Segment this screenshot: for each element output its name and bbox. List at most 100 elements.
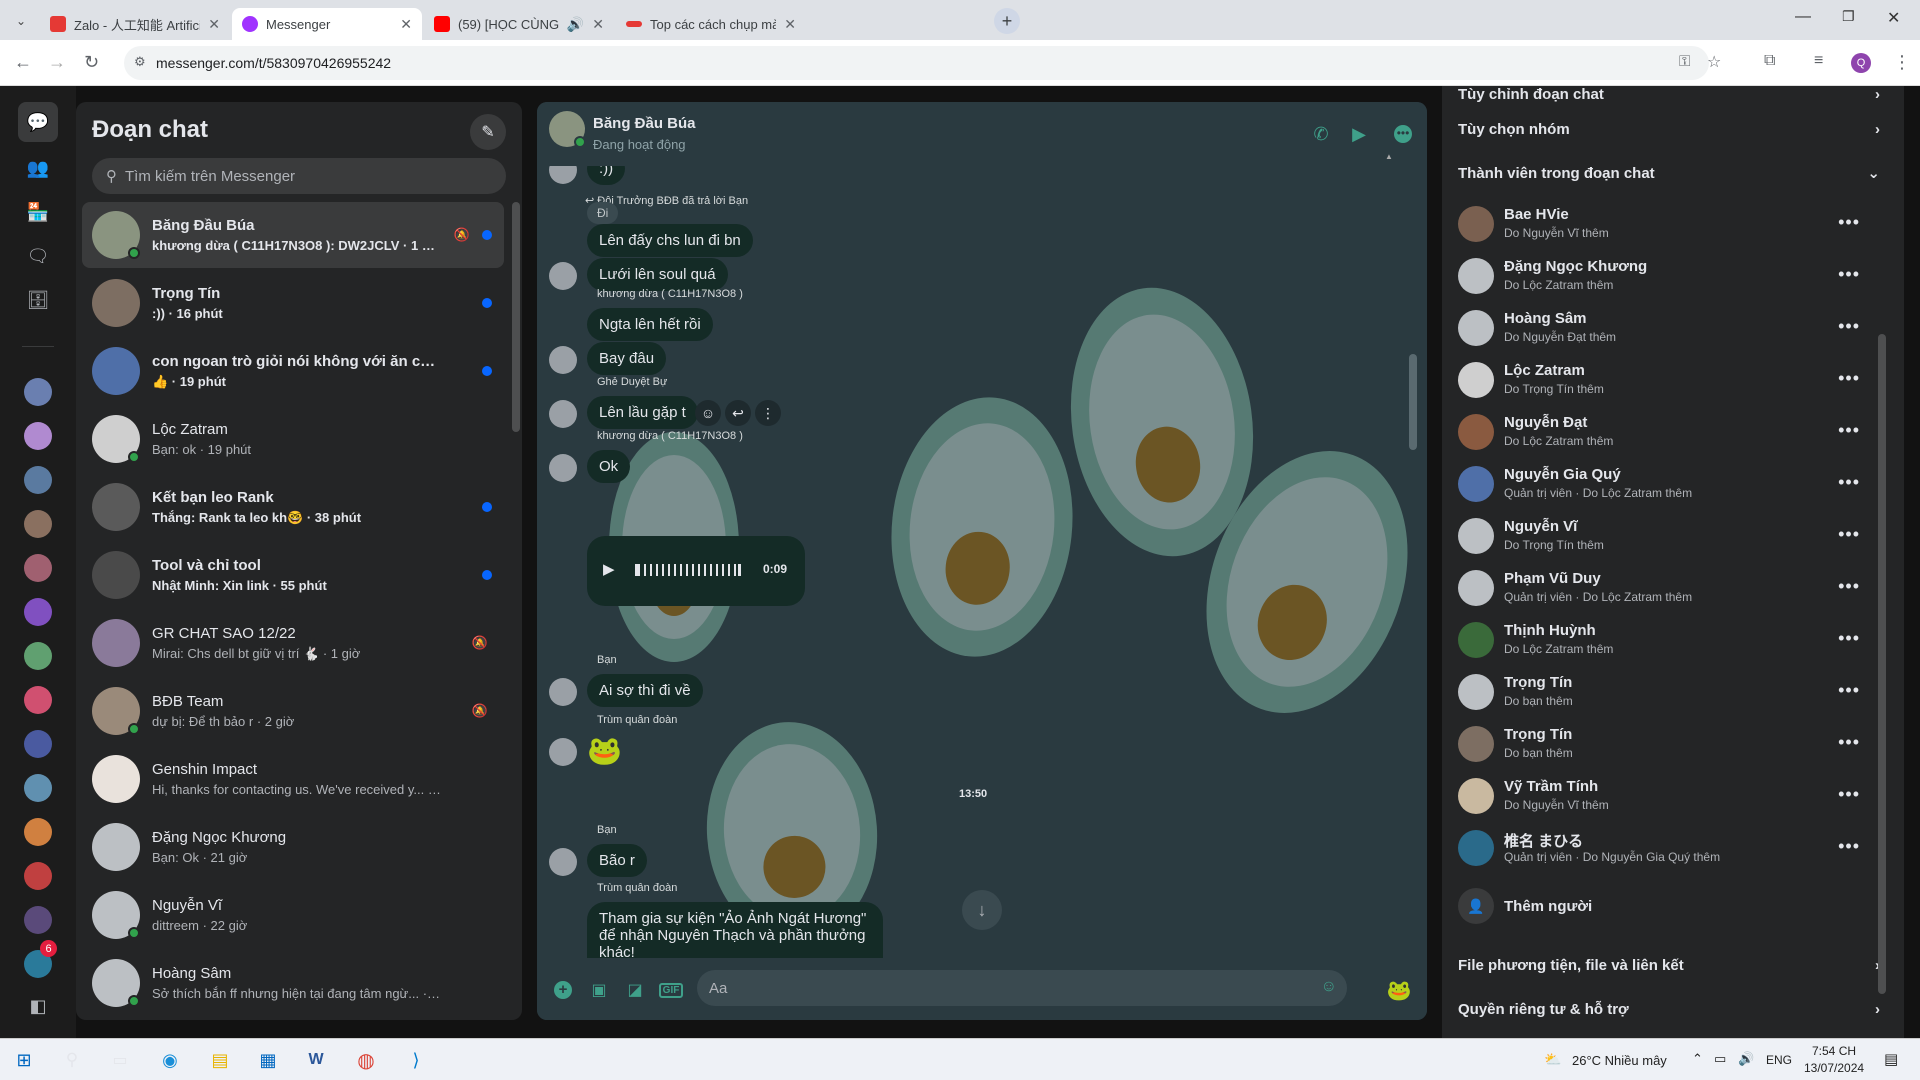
- voice-message[interactable]: ▶ 0:09: [587, 536, 805, 606]
- privacy-support-row[interactable]: Quyền riêng tư & hỗ trợ ›: [1458, 994, 1888, 1024]
- search-box[interactable]: ⚲: [92, 158, 506, 194]
- quick-reaction-button[interactable]: 🐸: [1387, 978, 1412, 1002]
- member-item[interactable]: Lộc Zatram Do Trọng Tín thêm •••: [1458, 354, 1888, 406]
- member-item[interactable]: 椎名 まひる Quản trị viên · Do Nguyễn Gia Quý …: [1458, 822, 1888, 874]
- member-item[interactable]: Hoàng Sâm Do Nguyễn Đạt thêm •••: [1458, 302, 1888, 354]
- community-avatar[interactable]: [24, 686, 52, 714]
- scroll-to-bottom-button[interactable]: ↓: [962, 890, 1002, 930]
- member-item[interactable]: Trọng Tín Do bạn thêm •••: [1458, 666, 1888, 718]
- customize-chat-row[interactable]: Tùy chỉnh đoạn chat ›: [1458, 78, 1888, 110]
- message-bubble[interactable]: Lên đấy chs lun đi bn: [587, 224, 753, 257]
- member-item[interactable]: Vỹ Trầm Tính Do Nguyễn Vĩ thêm •••: [1458, 770, 1888, 822]
- conversation-item[interactable]: Hoàng Sâm Sở thích bắn ff nhưng hiện tại …: [82, 950, 504, 1016]
- gif-button[interactable]: GIF: [658, 978, 684, 1002]
- member-item[interactable]: Phạm Vũ Duy Quản trị viên · Do Lộc Zatram…: [1458, 562, 1888, 614]
- conversation-item[interactable]: BĐB Team dự bị: Để th bảo r · 2 giờ 🔕: [82, 678, 504, 744]
- sticker-button[interactable]: ◪: [623, 978, 647, 1002]
- conversation-item[interactable]: Đặng Ngọc Khương Bạn: Ok · 21 giờ: [82, 814, 504, 880]
- password-key-icon[interactable]: ⚿: [1679, 53, 1690, 70]
- address-bar[interactable]: ⚙ messenger.com/t/5830970426955242 ⚿ ☆: [124, 46, 1721, 80]
- weather-text[interactable]: 26°C Nhiều mây: [1572, 1053, 1667, 1068]
- conversation-item[interactable]: Nguyễn Vĩ dittreem · 22 giờ: [82, 882, 504, 948]
- community-avatar[interactable]: [24, 422, 52, 450]
- sender-avatar[interactable]: [549, 262, 577, 290]
- sender-avatar[interactable]: [549, 454, 577, 482]
- community-avatar[interactable]: [24, 378, 52, 406]
- people-nav-icon[interactable]: 👥: [18, 148, 58, 188]
- community-avatar[interactable]: [24, 862, 52, 890]
- member-more-icon[interactable]: •••: [1838, 316, 1860, 337]
- clock-time[interactable]: 7:54 CH: [1812, 1044, 1856, 1058]
- file-explorer-icon[interactable]: ▤: [204, 1045, 236, 1075]
- member-more-icon[interactable]: •••: [1838, 784, 1860, 805]
- video-call-button[interactable]: ▶: [1345, 120, 1373, 148]
- member-item[interactable]: Đặng Ngọc Khương Do Lộc Zatram thêm •••: [1458, 250, 1888, 302]
- tab-zalo[interactable]: Zalo - 人工知能 Artificial Intellig ✕: [40, 8, 230, 40]
- conversation-item[interactable]: Kết bạn leo Rank Thắng: Rank ta leo kh🤓 ·…: [82, 474, 504, 540]
- profile-avatar[interactable]: Q: [1851, 53, 1871, 73]
- new-message-button[interactable]: ✎: [470, 114, 506, 150]
- chats-nav-icon[interactable]: 💬: [18, 102, 58, 142]
- member-more-icon[interactable]: •••: [1838, 628, 1860, 649]
- react-icon[interactable]: ☺: [695, 400, 721, 426]
- chrome-icon[interactable]: ◍: [350, 1045, 382, 1075]
- quoted-message[interactable]: Đi: [587, 202, 619, 224]
- more-actions-button[interactable]: +: [551, 978, 575, 1002]
- conversation-item[interactable]: Băng Đầu Búa khương dừa ( C11H17N3O8 ): D…: [82, 202, 504, 268]
- sticker[interactable]: 🐸: [587, 734, 622, 767]
- close-tab-icon[interactable]: ✕: [400, 16, 412, 33]
- vscode-icon[interactable]: ⟩: [400, 1045, 432, 1075]
- minimize-button[interactable]: —: [1795, 8, 1811, 26]
- media-files-row[interactable]: File phương tiện, file và liên kết›: [1458, 950, 1888, 980]
- message-input-box[interactable]: ☺: [697, 970, 1347, 1006]
- search-input[interactable]: [125, 167, 455, 185]
- community-avatar[interactable]: [24, 642, 52, 670]
- language-indicator[interactable]: ENG: [1766, 1053, 1792, 1067]
- network-icon[interactable]: ▭: [1714, 1051, 1726, 1067]
- community-avatar[interactable]: [24, 598, 52, 626]
- audio-call-button[interactable]: ✆: [1307, 120, 1335, 148]
- info-scrollbar[interactable]: [1878, 334, 1886, 994]
- community-avatar[interactable]: [24, 906, 52, 934]
- search-taskbar-icon[interactable]: ⚲: [56, 1045, 88, 1075]
- reply-icon[interactable]: ↩: [725, 400, 751, 426]
- member-item[interactable]: Nguyễn Đạt Do Lộc Zatram thêm •••: [1458, 406, 1888, 458]
- member-item[interactable]: Bae HVie Do Nguyễn Vĩ thêm •••: [1458, 198, 1888, 250]
- member-more-icon[interactable]: •••: [1838, 680, 1860, 701]
- add-member-row[interactable]: 👤 Thêm người: [1458, 888, 1888, 924]
- message-bubble[interactable]: Ai sợ thì đi về: [587, 674, 703, 707]
- close-tab-icon[interactable]: ✕: [208, 16, 220, 33]
- clock-date[interactable]: 13/07/2024: [1804, 1061, 1864, 1075]
- message-input[interactable]: [709, 979, 1309, 997]
- message-bubble[interactable]: Lưới lên soul quá: [587, 258, 728, 291]
- member-more-icon[interactable]: •••: [1838, 836, 1860, 857]
- notification-icon[interactable]: ▤: [1884, 1050, 1898, 1068]
- member-item[interactable]: Trọng Tín Do bạn thêm •••: [1458, 718, 1888, 770]
- community-avatar[interactable]: 6: [24, 940, 57, 978]
- community-avatar[interactable]: [24, 510, 52, 538]
- scroll-up-arrow[interactable]: ▲: [1385, 152, 1393, 161]
- start-button[interactable]: ⊞: [8, 1045, 40, 1075]
- message-bubble[interactable]: Ngta lên hết rồi: [587, 308, 713, 341]
- media-control-icon[interactable]: ≡: [1814, 52, 1823, 70]
- member-item[interactable]: Nguyễn Gia Quý Quản trị viên · Do Lộc Zat…: [1458, 458, 1888, 510]
- back-icon[interactable]: ←: [14, 52, 32, 73]
- bookmark-star-icon[interactable]: ☆: [1707, 52, 1721, 72]
- weather-icon[interactable]: ⛅: [1544, 1051, 1561, 1068]
- attach-image-button[interactable]: ▣: [587, 978, 611, 1002]
- community-avatar[interactable]: [24, 774, 52, 802]
- sender-avatar[interactable]: [549, 346, 577, 374]
- message-scrollbar[interactable]: [1409, 354, 1417, 450]
- group-options-row[interactable]: Tùy chọn nhóm ›: [1458, 114, 1888, 144]
- sender-avatar[interactable]: [549, 738, 577, 766]
- audio-icon[interactable]: 🔊: [567, 16, 584, 33]
- volume-icon[interactable]: 🔊: [1738, 1051, 1754, 1067]
- conversation-item[interactable]: con ngoan trò giỏi nói không với ăn chơi…: [82, 338, 504, 404]
- conversation-item[interactable]: GR CHAT SAO 12/22 Mirai: Chs dell bt giữ …: [82, 610, 504, 676]
- message-bubble[interactable]: Ok: [587, 450, 631, 483]
- new-tab-button[interactable]: +: [994, 8, 1020, 34]
- sender-avatar[interactable]: [549, 678, 577, 706]
- member-more-icon[interactable]: •••: [1838, 368, 1860, 389]
- sidebar-toggle-icon[interactable]: ◧: [18, 986, 58, 1026]
- member-more-icon[interactable]: •••: [1838, 264, 1860, 285]
